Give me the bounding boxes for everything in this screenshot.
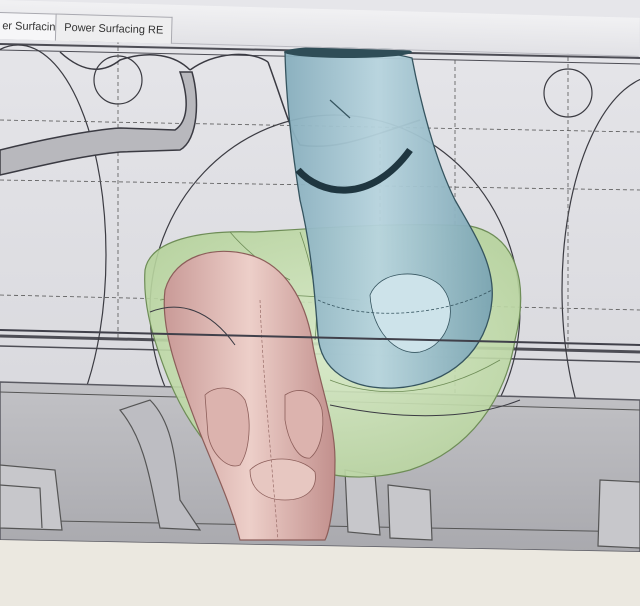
cad-screen: er Surfacing Power Surfacing RE — [0, 0, 640, 606]
3d-viewport[interactable] — [0, 0, 640, 606]
tab-power-surfacing-re[interactable]: Power Surfacing RE — [54, 13, 173, 44]
